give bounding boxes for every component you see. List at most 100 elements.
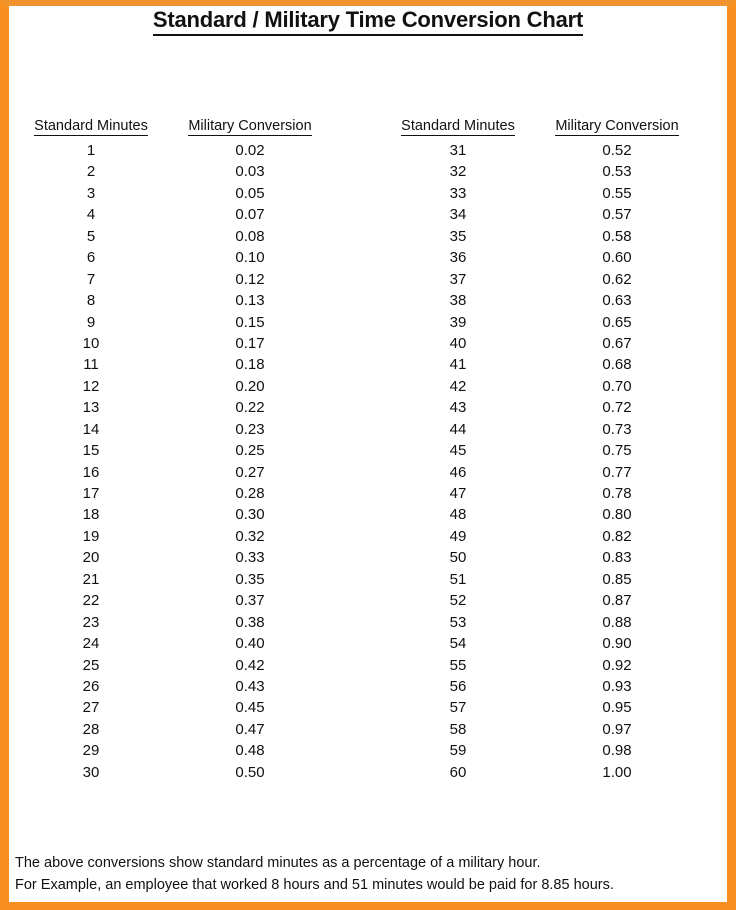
right-conversion-cells: 0.52 0.53 0.55 0.57 0.58 0.60 0.62 0.63 0.65 0.67…: [532, 140, 702, 783]
table-cell-standard-minutes: 53: [449, 613, 467, 631]
table-cell-standard-minutes: 41: [449, 356, 467, 374]
conversion-table-right: Standard Minutes 31 32 33 34 35 36 37 38 39 40 41 4…: [368, 118, 727, 783]
table-cell-standard-minutes: 26: [82, 677, 100, 695]
table-cell-military-conversion: 0.28: [235, 485, 265, 502]
table-cell-standard-minutes: 25: [82, 656, 100, 674]
table-cell-standard-minutes: 42: [449, 377, 467, 395]
table-cell-military-conversion: 0.45: [235, 699, 265, 717]
column-header-military-conversion-right-text: Military Conversion: [555, 118, 679, 136]
table-cell-military-conversion: 0.62: [602, 270, 632, 288]
column-header-standard-minutes-right: Standard Minutes: [384, 118, 532, 140]
table-cell-standard-minutes: 29: [82, 742, 100, 760]
table-cell-military-conversion: 0.38: [235, 613, 265, 631]
table-cell-military-conversion: 0.23: [235, 420, 265, 438]
table-cell-standard-minutes: 1: [86, 142, 96, 159]
table-cell-standard-minutes: 28: [82, 720, 100, 738]
table-cell-standard-minutes: 32: [449, 163, 467, 181]
table-cell-standard-minutes: 37: [449, 270, 467, 288]
table-cell-standard-minutes: 6: [86, 249, 96, 267]
table-cell-military-conversion: 0.43: [235, 677, 265, 695]
table-cell-military-conversion: 0.02: [235, 142, 265, 159]
table-cell-military-conversion: 0.50: [235, 763, 265, 781]
table-cell-standard-minutes: 7: [86, 270, 96, 288]
table-cell-standard-minutes: 52: [449, 592, 467, 610]
table-cell-standard-minutes: 14: [82, 420, 100, 438]
table-cell-standard-minutes: 19: [82, 527, 100, 545]
table-cell-standard-minutes: 3: [86, 184, 96, 202]
table-cell-standard-minutes: 34: [449, 206, 467, 224]
table-cell-military-conversion: 0.15: [235, 313, 265, 331]
right-standard-minutes-column: Standard Minutes 31 32 33 34 35 36 37 38 39 40 41 4…: [384, 118, 532, 783]
table-cell-standard-minutes: 11: [83, 356, 99, 374]
table-cell-military-conversion: 0.97: [602, 720, 632, 738]
table-cell-standard-minutes: 54: [449, 635, 467, 653]
table-cell-military-conversion: 0.58: [602, 227, 632, 245]
table-cell-standard-minutes: 10: [82, 334, 100, 352]
table-cell-military-conversion: 0.17: [235, 334, 265, 352]
table-cell-standard-minutes: 33: [449, 184, 467, 202]
column-header-military-conversion-left-text: Military Conversion: [188, 118, 312, 136]
table-cell-military-conversion: 0.37: [235, 592, 265, 610]
table-cell-military-conversion: 0.55: [602, 184, 632, 202]
table-cell-military-conversion: 0.90: [602, 635, 632, 653]
table-cell-military-conversion: 0.25: [235, 442, 265, 460]
table-cell-standard-minutes: 16: [82, 463, 100, 481]
table-cell-standard-minutes: 57: [449, 699, 467, 717]
table-cell-standard-minutes: 38: [449, 292, 467, 310]
table-cell-military-conversion: 0.52: [602, 142, 632, 159]
table-cell-military-conversion: 0.57: [602, 206, 632, 224]
conversion-tables: Standard Minutes 1 2 3 4 5 6 7 8 9 10 11 12 13 14 15 16…: [9, 118, 727, 783]
table-cell-military-conversion: 0.05: [235, 184, 265, 202]
table-cell-standard-minutes: 58: [449, 720, 467, 738]
table-cell-military-conversion: 0.08: [235, 227, 265, 245]
footer-line-1: The above conversions show standard minu…: [15, 855, 541, 871]
column-header-standard-minutes-left-text: Standard Minutes: [34, 118, 148, 136]
table-cell-military-conversion: 0.77: [602, 463, 632, 481]
table-cell-military-conversion: 0.87: [602, 592, 632, 610]
table-cell-military-conversion: 0.80: [602, 506, 632, 524]
table-cell-military-conversion: 0.18: [235, 356, 265, 374]
table-cell-military-conversion: 0.60: [602, 249, 632, 267]
table-cell-military-conversion: 0.33: [235, 549, 265, 567]
table-cell-military-conversion: 0.07: [235, 206, 265, 224]
table-cell-standard-minutes: 55: [449, 656, 467, 674]
table-cell-military-conversion: 0.48: [235, 742, 265, 760]
table-cell-military-conversion: 0.12: [235, 270, 265, 288]
table-cell-military-conversion: 0.68: [602, 356, 632, 374]
table-cell-standard-minutes: 47: [449, 485, 467, 502]
column-header-standard-minutes-left: Standard Minutes: [17, 118, 165, 140]
table-cell-military-conversion: 0.27: [235, 463, 265, 481]
table-cell-military-conversion: 0.95: [602, 699, 632, 717]
column-header-military-conversion-right: Military Conversion: [532, 118, 702, 140]
table-cell-military-conversion: 0.20: [235, 377, 265, 395]
table-cell-military-conversion: 0.88: [602, 613, 632, 631]
table-cell-standard-minutes: 36: [449, 249, 467, 267]
table-cell-standard-minutes: 60: [449, 763, 467, 781]
left-military-conversion-column: Military Conversion 0.02 0.03 0.05 0.07 0.08…: [165, 118, 335, 783]
table-cell-military-conversion: 0.53: [602, 163, 632, 181]
left-minutes-cells: 1 2 3 4 5 6 7 8 9 10 11 12 13 14 15 16 17 18 19 20 21 22 23 24 2…: [17, 140, 165, 783]
footer-note: The above conversions show standard minu…: [15, 852, 721, 896]
table-cell-standard-minutes: 44: [449, 420, 467, 438]
table-cell-military-conversion: 0.40: [235, 635, 265, 653]
right-minutes-cells: 31 32 33 34 35 36 37 38 39 40 41 42 43 44 45 46 47 48 49 50…: [384, 140, 532, 783]
table-cell-military-conversion: 0.47: [235, 720, 265, 738]
table-cell-standard-minutes: 24: [82, 635, 100, 653]
table-cell-standard-minutes: 30: [82, 763, 100, 781]
conversion-table-left: Standard Minutes 1 2 3 4 5 6 7 8 9 10 11 12 13 14 15 16…: [9, 118, 368, 783]
table-cell-standard-minutes: 5: [86, 227, 96, 245]
table-cell-standard-minutes: 45: [449, 442, 467, 460]
page-title: Standard / Military Time Conversion Char…: [9, 6, 727, 36]
table-cell-standard-minutes: 27: [82, 699, 100, 717]
column-header-standard-minutes-right-text: Standard Minutes: [401, 118, 515, 136]
table-cell-standard-minutes: 12: [82, 377, 100, 395]
table-cell-standard-minutes: 48: [449, 506, 467, 524]
conversion-chart-page: Standard / Military Time Conversion Char…: [0, 0, 736, 910]
table-cell-military-conversion: 0.10: [235, 249, 265, 267]
column-header-military-conversion-left: Military Conversion: [165, 118, 335, 140]
table-cell-standard-minutes: 22: [82, 592, 100, 610]
table-cell-military-conversion: 0.78: [602, 485, 632, 502]
table-cell-military-conversion: 0.32: [235, 527, 265, 545]
table-cell-military-conversion: 0.75: [602, 442, 632, 460]
table-cell-standard-minutes: 15: [82, 442, 100, 460]
